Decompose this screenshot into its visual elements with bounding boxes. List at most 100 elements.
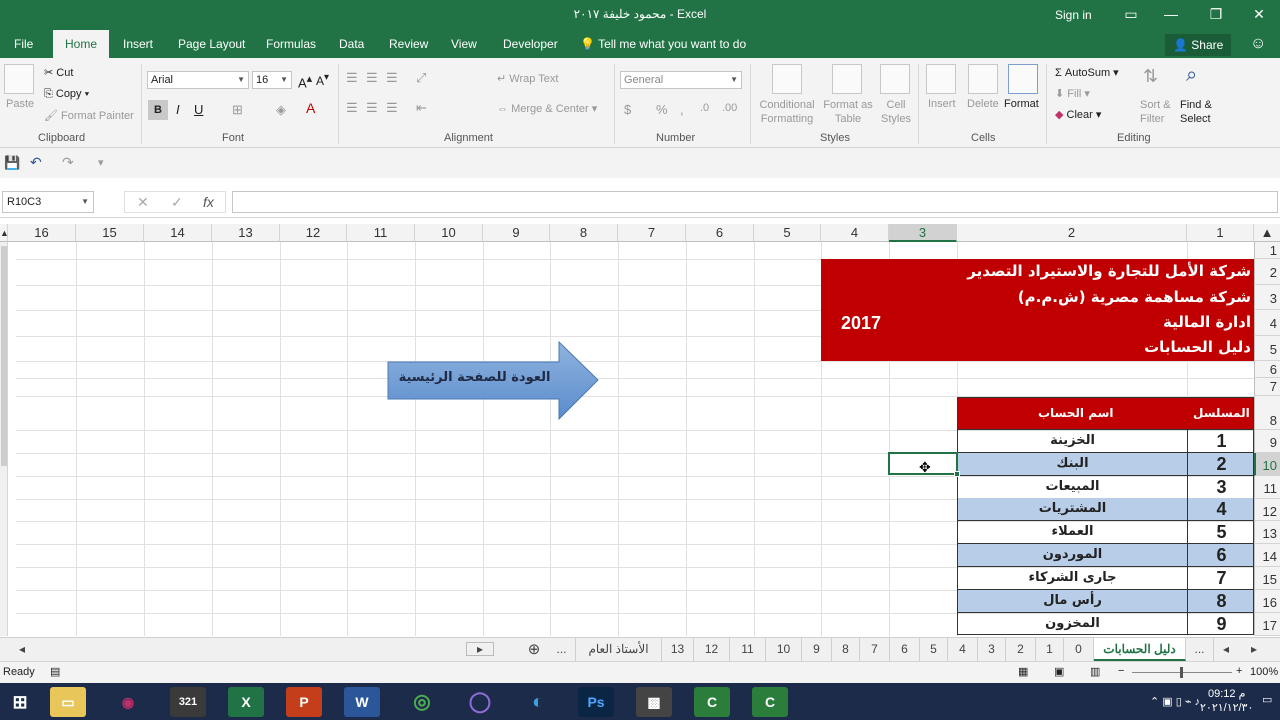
windows-start-icon[interactable]: ⊞ [2,687,38,717]
col-header[interactable]: 7 [618,224,686,242]
find-select-button[interactable]: Find & Select [1180,98,1222,126]
tab-data[interactable]: Data [339,30,364,58]
tab-page-layout[interactable]: Page Layout [178,30,245,58]
undo-icon[interactable]: ↶ [30,154,42,171]
shrink-font-icon[interactable]: A▾ [316,72,329,88]
orientation-icon[interactable]: ⤢ [416,70,426,86]
font-color-icon[interactable]: A [306,100,315,116]
zoom-out-icon[interactable]: − [1118,665,1124,677]
photoshop-icon[interactable]: Ps [578,687,614,717]
col-header[interactable]: 2 [957,224,1187,242]
row-header[interactable]: 4 [1254,310,1280,336]
tab-file[interactable]: File [14,30,33,58]
fill-button[interactable]: ⬇ Fill ▾ [1055,87,1090,100]
table-row[interactable]: المبيعات 3 [957,476,1254,499]
wrap-text-button[interactable]: ↵ Wrap Text [497,72,558,85]
taskbar-clock[interactable]: 09:12 م ٢٠٢١/١٢/٣٠ [1200,687,1253,715]
col-header[interactable]: 15 [76,224,144,242]
row-header[interactable]: 12 [1254,499,1280,521]
italic-button[interactable]: I [176,102,180,117]
add-sheet-icon[interactable]: ⊕ [522,638,546,661]
col-header[interactable]: 1 [1187,224,1254,242]
tab-insert[interactable]: Insert [123,30,153,58]
indent-icon[interactable]: ⇤ [416,100,427,116]
conditional-formatting-button[interactable]: Conditional Formatting [757,98,817,126]
align-bottom-icon[interactable]: ☰ [386,70,398,86]
ribbon-display-icon[interactable]: ▭ [1120,4,1142,24]
sheet-tab[interactable]: ... [1186,638,1214,661]
search-icon[interactable]: ⌕ [1186,64,1197,87]
autosum-button[interactable]: Σ AutoSum ▾ [1055,66,1119,79]
scroll-up-icon[interactable]: ▲ [0,224,9,242]
col-header-selected[interactable]: 3 [889,224,957,242]
currency-icon[interactable]: $ [624,102,631,117]
align-middle-icon[interactable]: ☰ [366,70,378,86]
decrease-decimal-icon[interactable]: .00 [722,102,737,114]
tab-review[interactable]: Review [389,30,428,58]
percent-icon[interactable]: % [656,102,668,117]
sheet-tab[interactable]: 7 [860,638,890,661]
row-header[interactable]: 1 [1254,242,1280,259]
font-name-select[interactable]: Arial ▼ [147,71,249,89]
scroll-left-icon[interactable]: ▸ [466,642,494,656]
close-button[interactable]: ✕ [1248,4,1270,24]
table-row[interactable]: البنك 2 [957,453,1254,476]
align-left-icon[interactable]: ☰ [346,100,358,116]
app-icon[interactable]: ◉ [110,687,146,717]
sort-filter-icon[interactable]: ⇅ [1143,66,1158,87]
col-header[interactable]: 6 [686,224,754,242]
sheet-tab[interactable]: 8 [832,638,860,661]
camtasia-icon[interactable]: C [694,687,730,717]
col-header[interactable]: 14 [144,224,212,242]
macro-record-icon[interactable]: ▤ [50,665,60,678]
borders-icon[interactable]: ⊞ [232,102,243,118]
align-right-icon[interactable]: ☰ [386,100,398,116]
row-header[interactable]: 9 [1254,430,1280,453]
col-header[interactable]: 9 [483,224,550,242]
tell-me-box[interactable]: 💡 Tell me what you want to do [580,30,746,58]
grow-font-icon[interactable]: A▴ [298,72,312,90]
scrollbar-thumb[interactable] [1,246,7,466]
sort-filter-button[interactable]: Sort & Filter [1140,98,1176,126]
scroll-up-icon[interactable]: ▲ [1254,224,1280,242]
font-size-select[interactable]: 16 ▼ [252,71,292,89]
cell-styles-icon[interactable] [880,64,910,94]
row-header[interactable]: 11 [1254,476,1280,499]
col-header[interactable]: 4 [821,224,889,242]
viber-icon[interactable]: ◯ [462,687,498,717]
fill-color-icon[interactable]: ◈ [276,102,286,118]
fill-handle[interactable] [954,471,960,477]
table-row[interactable]: جارى الشركاء 7 [957,567,1254,590]
table-row[interactable]: العملاء 5 [957,521,1254,544]
row-header[interactable]: 13 [1254,521,1280,544]
sheet-tab[interactable]: 12 [694,638,730,661]
copy-button[interactable]: ⎘ Copy ▾ [44,88,89,101]
sheet-tab[interactable]: 10 [766,638,802,661]
smiley-icon[interactable]: ☺ [1250,30,1266,58]
tab-formulas[interactable]: Formulas [266,30,316,58]
clear-button[interactable]: ◆ Clear ▾ [1055,108,1101,121]
tab-view[interactable]: View [451,30,477,58]
sheet-tab[interactable]: 0 [1064,638,1094,661]
sheet-tab[interactable]: 4 [948,638,978,661]
cut-button[interactable]: ✂ Cut [44,66,73,79]
delete-cells-icon[interactable] [968,64,998,94]
col-header[interactable]: 8 [550,224,618,242]
zoom-slider-thumb[interactable] [1180,667,1183,678]
row-header[interactable]: 6 [1254,361,1280,378]
powerpoint-icon[interactable]: P [286,687,322,717]
page-layout-view-icon[interactable]: ▣ [1054,665,1064,678]
insert-cells-icon[interactable] [926,64,956,94]
tab-home[interactable]: Home [53,30,110,58]
insert-cells-button[interactable]: Insert [928,98,956,110]
customize-qat-icon[interactable]: ▾ [98,156,104,169]
minimize-button[interactable]: — [1160,4,1182,24]
sheet-tab[interactable]: ... [548,638,576,661]
normal-view-icon[interactable]: ▦ [1018,665,1028,678]
table-row[interactable]: المخزون 9 [957,613,1254,635]
chrome-icon[interactable]: ◎ [404,687,440,717]
sheet-tab[interactable]: 6 [890,638,920,661]
sheet-tab[interactable]: 5 [920,638,948,661]
zoom-level[interactable]: 100% [1250,666,1278,678]
sheet-tab[interactable]: 9 [802,638,832,661]
